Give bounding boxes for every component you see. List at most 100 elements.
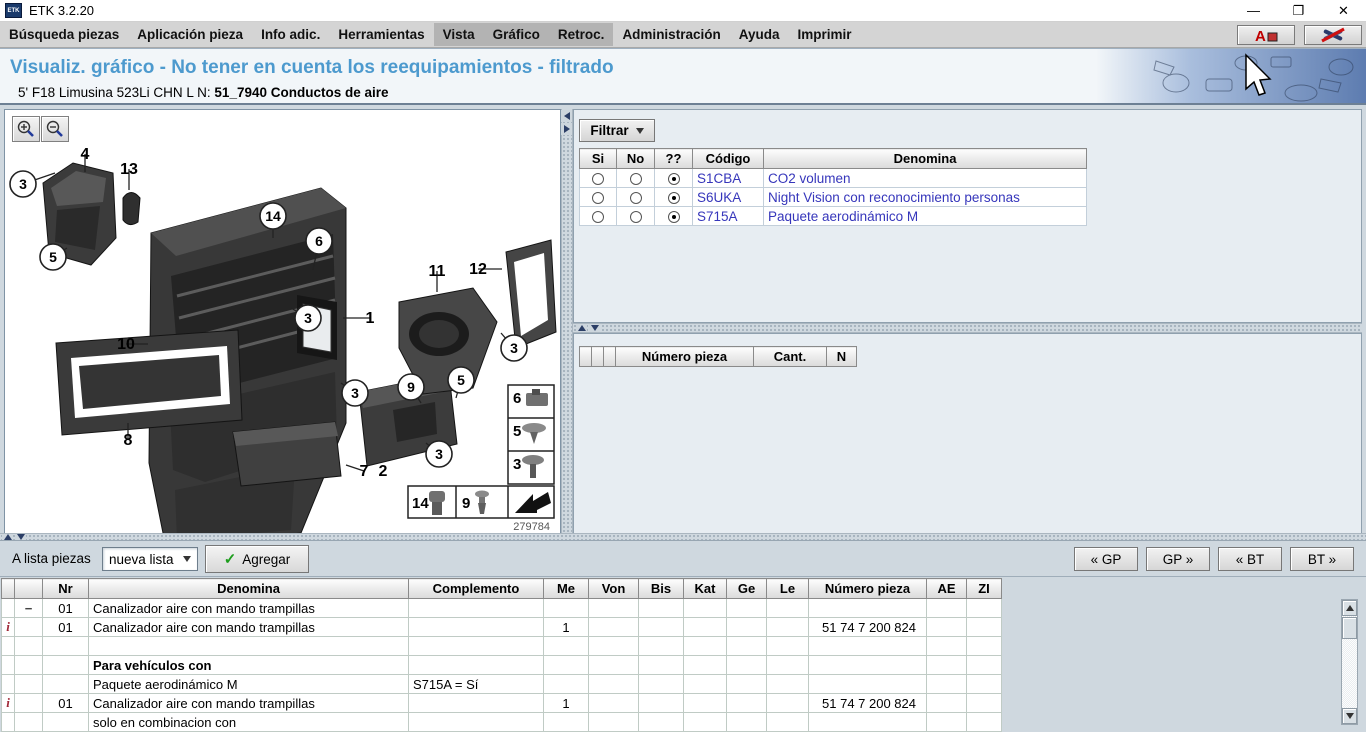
menu-item-vista[interactable]: Vista [434,23,484,46]
callout-number-3[interactable]: 3 [510,340,518,356]
parts-column-header[interactable]: ZI [967,579,1002,599]
si-radio[interactable] [592,173,604,185]
filter-column-header[interactable]: Si [580,149,617,169]
nav-button-gp[interactable]: « GP [1074,547,1138,571]
callout-number-7[interactable]: 7 [360,463,369,480]
callout-number-2[interactable]: 2 [379,463,388,480]
parts-row[interactable]: Para vehículos con [2,656,1002,675]
callout-number-5[interactable]: 5 [49,249,57,265]
callout-number-5[interactable]: 5 [457,372,465,388]
menu-item-imprimir[interactable]: Imprimir [788,23,860,46]
no-radio[interactable] [630,173,642,185]
collapse-up-button[interactable] [576,324,587,332]
parts-row[interactable]: solo en combinacion con [2,713,1002,732]
callout-number-9[interactable]: 9 [407,379,415,395]
filter-column-header[interactable]: No [617,149,655,169]
parts-column-header[interactable]: Nr [43,579,89,599]
collapse-left-button[interactable] [561,110,572,122]
menu-item-administraci-n[interactable]: Administración [613,23,729,46]
collapse-right-button[interactable] [561,123,572,135]
no-radio[interactable] [630,192,642,204]
parts-column-header[interactable]: Ge [727,579,767,599]
si-radio[interactable] [592,192,604,204]
close-button[interactable]: ✕ [1321,0,1366,22]
parts-row[interactable] [2,637,1002,656]
font-size-button[interactable]: A [1237,25,1295,45]
selection-column-header[interactable]: Número pieza [616,347,754,367]
scroll-down-button[interactable] [1342,708,1357,724]
restore-button[interactable]: ❐ [1276,0,1321,22]
parts-column-header[interactable]: Complemento [409,579,544,599]
callout-number-13[interactable]: 13 [120,161,138,178]
selection-column-header[interactable] [580,347,592,367]
option-code[interactable]: S1CBA [693,169,764,188]
callout-number-3[interactable]: 3 [304,310,312,326]
callout-number-3[interactable]: 3 [351,385,359,401]
selection-column-header[interactable]: Cant. [754,347,827,367]
callout-number-1[interactable]: 1 [366,310,375,327]
unknown-radio[interactable] [668,173,680,185]
option-code[interactable]: S715A [693,207,764,226]
add-button[interactable]: ✓ Agregar [205,545,309,573]
callout-number-11[interactable]: 11 [429,263,446,280]
selection-column-header[interactable]: N [827,347,857,367]
menu-item-info-adic-[interactable]: Info adic. [252,23,329,46]
callout-number-8[interactable]: 8 [124,432,133,449]
nav-button-bt[interactable]: « BT [1218,547,1282,571]
unknown-radio[interactable] [668,192,680,204]
parts-column-header[interactable]: Bis [639,579,684,599]
scrollbar-thumb[interactable] [1342,617,1357,639]
nav-button-bt[interactable]: BT » [1290,547,1354,571]
parts-column-header[interactable] [2,579,15,599]
parts-column-header[interactable]: Kat [684,579,727,599]
callout-number-6[interactable]: 6 [315,233,323,249]
menu-item-b-squeda-piezas[interactable]: Búsqueda piezas [0,23,128,46]
bottom-splitter[interactable] [0,533,1366,541]
minimize-button[interactable]: — [1231,0,1276,22]
selection-column-header[interactable] [604,347,616,367]
parts-column-header[interactable] [15,579,43,599]
hide-tools-button[interactable] [1304,25,1362,45]
menu-item-retroc-[interactable]: Retroc. [549,23,614,46]
collapse-up-button[interactable] [2,534,13,540]
option-name[interactable]: Paquete aerodinámico M [764,207,1087,226]
menu-item-gr-fico[interactable]: Gráfico [484,23,549,46]
collapse-down-button[interactable] [15,534,26,540]
parts-row[interactable]: i 01Canalizador aire con mando trampilla… [2,694,1002,713]
filter-column-header[interactable]: Denomina [764,149,1087,169]
parts-column-header[interactable]: Me [544,579,589,599]
vertical-splitter[interactable] [561,109,573,535]
parts-row[interactable]: Paquete aerodinámico MS715A = Sí [2,675,1002,694]
callout-number-4[interactable]: 4 [81,146,90,163]
parts-column-header[interactable]: Denomina [89,579,409,599]
parts-column-header[interactable]: Von [589,579,639,599]
callout-number-14[interactable]: 14 [265,208,281,224]
option-name[interactable]: Night Vision con reconocimiento personas [764,188,1087,207]
callout-number-3[interactable]: 3 [435,446,443,462]
option-name[interactable]: CO2 volumen [764,169,1087,188]
collapse-down-button[interactable] [589,324,600,332]
callout-number-12[interactable]: 12 [469,261,487,278]
parts-column-header[interactable]: AE [927,579,967,599]
parts-table-scrollbar[interactable] [1341,599,1358,725]
parts-diagram[interactable]: 653 149 279784 341351461112311033958372 [5,110,560,534]
menu-item-aplicaci-n-pieza[interactable]: Aplicación pieza [128,23,252,46]
callout-number-3[interactable]: 3 [19,176,27,192]
no-radio[interactable] [630,211,642,223]
callout-number-10[interactable]: 10 [117,336,135,353]
parts-row[interactable]: i 01Canalizador aire con mando trampilla… [2,618,1002,637]
menu-item-ayuda[interactable]: Ayuda [730,23,789,46]
filter-column-header[interactable]: ?? [655,149,693,169]
unknown-radio[interactable] [668,211,680,223]
filter-column-header[interactable]: Código [693,149,764,169]
parts-row[interactable]: −01Canalizador aire con mando trampillas [2,599,1002,618]
si-radio[interactable] [592,211,604,223]
selection-column-header[interactable] [592,347,604,367]
parts-column-header[interactable]: Le [767,579,809,599]
list-select[interactable]: nueva lista [102,547,198,571]
filter-button[interactable]: Filtrar [579,119,655,142]
nav-button-gp[interactable]: GP » [1146,547,1210,571]
right-panel-splitter[interactable] [573,323,1362,333]
scroll-up-button[interactable] [1342,600,1357,616]
option-code[interactable]: S6UKA [693,188,764,207]
